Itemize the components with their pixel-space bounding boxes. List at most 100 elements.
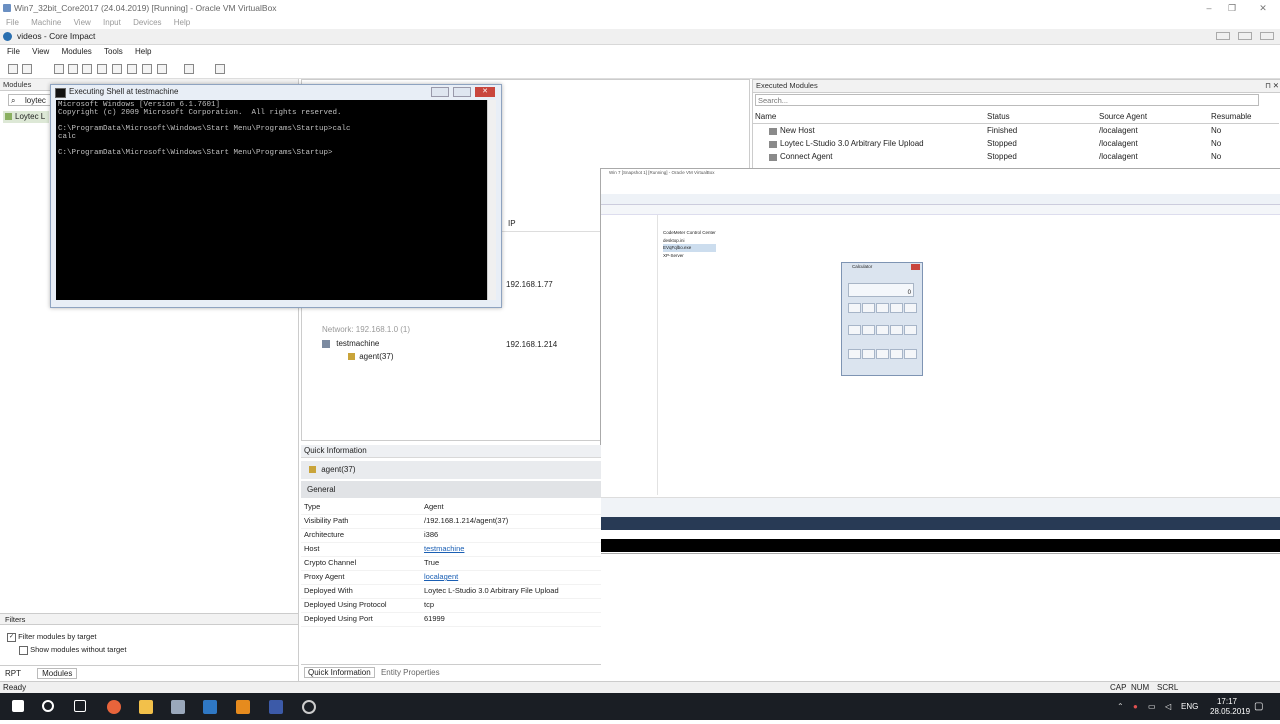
tool-icon-8[interactable] [157,64,167,74]
host-menu-help[interactable]: Help [174,18,190,27]
panel-close-icon[interactable]: ✕ [1273,80,1279,91]
host-menu-file[interactable]: File [6,18,19,27]
vm-explorer-address [601,194,1280,205]
list-item[interactable]: CodeMeter Control Center [663,229,716,237]
tab-modules[interactable]: Modules [37,668,78,679]
menu-file[interactable]: File [7,47,20,56]
task-view-icon[interactable] [74,700,86,712]
network-node[interactable]: Network: 192.168.1.0 (1) [322,325,410,334]
start-icon[interactable] [12,700,24,712]
info-key: Architecture [304,530,345,539]
network-icon[interactable]: ▭ [1148,693,1156,720]
calc-close-icon[interactable] [911,264,920,270]
search-icon[interactable] [42,700,54,712]
list-item[interactable]: XP-Server [663,252,716,260]
checkbox-unchecked-icon[interactable] [19,645,28,655]
restore-icon[interactable]: ❐ [1221,0,1243,16]
calc-key[interactable] [876,303,889,313]
table-row[interactable]: New Host Finished /localagent No [753,125,1279,137]
host-menu-view[interactable]: View [74,18,91,27]
tool-icon-5[interactable] [112,64,122,74]
module-tree-item[interactable]: Loytec L [3,111,50,123]
tool-icon-6[interactable] [127,64,137,74]
calc-key[interactable] [904,325,917,335]
calc-key[interactable] [848,325,861,335]
virtualbox-taskbar-icon[interactable] [203,700,217,714]
tool-icon-7[interactable] [142,64,152,74]
settings-icon[interactable] [302,700,316,714]
host-node[interactable]: testmachine [322,339,379,348]
pin-icon[interactable]: ⊓ [1265,80,1271,91]
tool-icon-4[interactable] [97,64,107,74]
app-close-icon[interactable] [1260,32,1274,40]
calc-key[interactable] [904,349,917,359]
calc-key[interactable] [876,325,889,335]
tab-rpt[interactable]: RPT [5,669,21,678]
calc-key[interactable] [862,303,875,313]
module-icon [769,141,777,148]
close-icon[interactable]: ✕ [1252,0,1274,16]
col-resumable[interactable]: Resumable [1211,111,1251,123]
proxy-agent-link[interactable]: localagent [424,570,458,584]
agent-node[interactable]: agent(37) [348,352,393,361]
app-icon-1[interactable] [171,700,185,714]
app-minimize-icon[interactable] [1216,32,1230,40]
table-row[interactable]: Connect Agent Stopped /localagent No [753,151,1279,163]
host-menu-machine[interactable]: Machine [31,18,61,27]
executed-search-input[interactable] [755,94,1259,106]
firefox-icon[interactable] [107,700,121,714]
tray-chevron-icon[interactable]: ⌃ [1117,693,1124,720]
tool-icon-2[interactable] [68,64,78,74]
shell-close-icon[interactable]: ✕ [475,87,495,97]
calc-key[interactable] [862,325,875,335]
list-item[interactable]: desktop.ini [663,237,716,245]
calc-key[interactable] [848,349,861,359]
list-item[interactable]: EVqFqlbo.exe [663,244,716,252]
filter-target-option[interactable]: ✓ Filter modules by target [7,632,96,642]
shell-minimize-icon[interactable] [431,87,449,97]
sublime-icon[interactable] [236,700,250,714]
menu-modules[interactable]: Modules [62,47,92,56]
show-without-target-option[interactable]: Show modules without target [19,645,126,655]
host-link[interactable]: testmachine [424,542,464,556]
shell-maximize-icon[interactable] [453,87,471,97]
tool-icon-3[interactable] [82,64,92,74]
file-explorer-icon[interactable] [139,700,153,714]
tab-entity-properties[interactable]: Entity Properties [381,668,440,677]
tool-icon-9[interactable] [184,64,194,74]
menu-view[interactable]: View [32,47,49,56]
menu-help[interactable]: Help [135,47,151,56]
volume-icon[interactable]: ◁ [1165,693,1171,720]
calc-key[interactable] [904,303,917,313]
col-status[interactable]: Status [987,111,1010,123]
calc-key[interactable] [890,325,903,335]
tool-icon-1[interactable] [54,64,64,74]
language-indicator[interactable]: ENG [1181,693,1198,720]
col-name[interactable]: Name [755,111,776,123]
notifications-icon[interactable]: ▢ [1254,693,1263,720]
remote-vm-window[interactable]: Win 7 [Snapshot 1] [Running] - Oracle VM… [600,168,1280,554]
tab-quick-information[interactable]: Quick Information [304,667,375,678]
new-icon[interactable] [8,64,18,74]
host-menu-input[interactable]: Input [103,18,121,27]
calc-key[interactable] [862,349,875,359]
open-icon[interactable] [22,64,32,74]
table-row[interactable]: Loytec L-Studio 3.0 Arbitrary File Uploa… [753,138,1279,150]
calc-key[interactable] [848,303,861,313]
app-restore-icon[interactable] [1238,32,1252,40]
checkbox-checked-icon[interactable]: ✓ [7,632,16,642]
col-source-agent[interactable]: Source Agent [1099,111,1147,123]
calc-key[interactable] [890,349,903,359]
calc-key[interactable] [876,349,889,359]
tray-app-icon[interactable]: ● [1133,693,1138,720]
minimize-icon[interactable]: – [1198,0,1220,16]
tool-icon-10[interactable] [215,64,225,74]
shell-console[interactable]: Microsoft Windows [Version 6.1.7601] Cop… [56,100,488,300]
save-icon[interactable] [269,700,283,714]
vm-calculator[interactable]: Calculator 0 [841,262,923,376]
shell-scrollbar[interactable] [487,100,496,300]
toolbar [0,60,1280,79]
host-menu-devices[interactable]: Devices [133,18,161,27]
menu-tools[interactable]: Tools [104,47,123,56]
calc-key[interactable] [890,303,903,313]
